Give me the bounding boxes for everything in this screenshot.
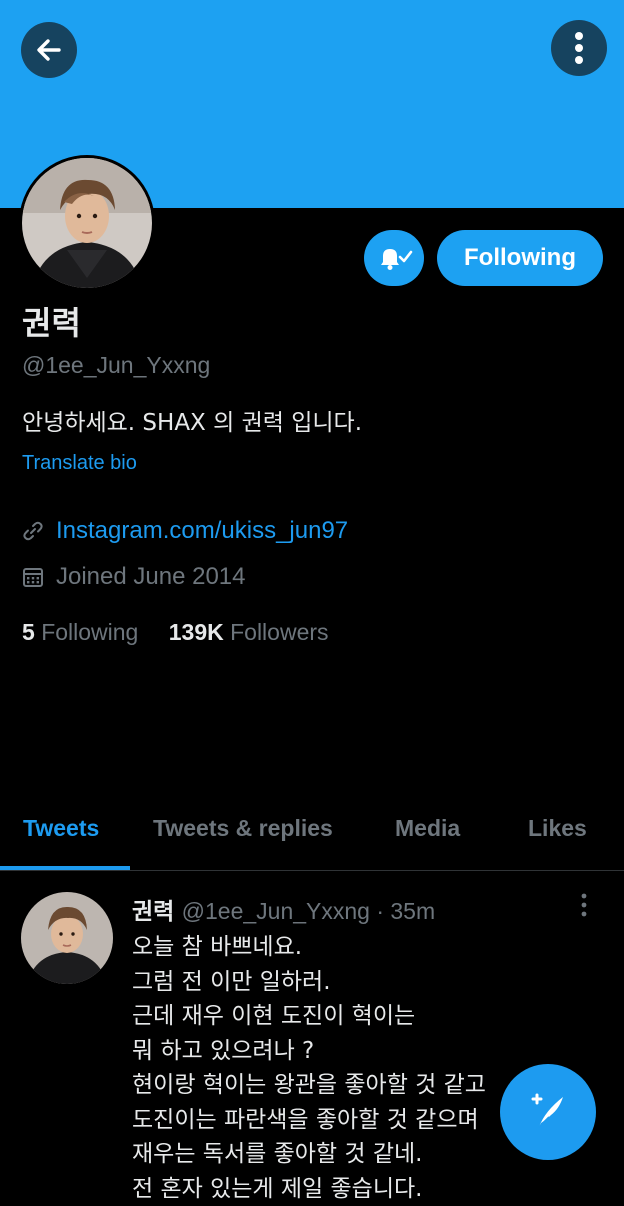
profile-handle: @1ee_Jun_Yxxng xyxy=(22,352,210,379)
tab-tweets-replies[interactable]: Tweets & replies xyxy=(153,815,333,842)
tweet-line: 오늘 참 바쁘네요. xyxy=(132,930,562,965)
active-tab-indicator xyxy=(0,866,130,870)
more-vertical-icon xyxy=(580,893,588,917)
profile-bio: 안녕하세요. SHAX 의 권력 입니다. xyxy=(22,403,362,437)
tab-media[interactable]: Media xyxy=(395,815,460,842)
tweet-line: 전 혼자 있는게 제일 좋습니다. xyxy=(132,1172,562,1206)
profile-website[interactable]: Instagram.com/ukiss_jun97 xyxy=(22,517,348,545)
tweet-line: 현이랑 혁이는 왕관을 좋아할 것 같고 xyxy=(132,1068,562,1103)
compose-tweet-button[interactable] xyxy=(500,1064,596,1160)
followers-label: Followers xyxy=(230,619,328,645)
tweet-line: 근데 재우 이현 도진이 혁이는 xyxy=(132,999,562,1034)
follow-stats: 5 Following 139K Followers xyxy=(22,619,353,646)
tweet-author-name[interactable]: 권력 xyxy=(132,899,174,925)
link-icon xyxy=(22,520,44,542)
tab-likes[interactable]: Likes xyxy=(528,815,587,842)
notifications-toggle-button[interactable] xyxy=(364,230,424,286)
tweet-line: 그럼 전 이만 일하러. xyxy=(132,965,562,1000)
website-link-text[interactable]: Instagram.com/ukiss_jun97 xyxy=(56,517,348,545)
more-vertical-icon xyxy=(574,31,584,65)
tweet-line: 뭐 하고 있으려나 ? xyxy=(132,1034,562,1069)
translate-bio-link[interactable]: Translate bio xyxy=(22,452,137,475)
tweet-menu-button[interactable] xyxy=(580,893,588,921)
compose-tweet-icon xyxy=(525,1089,571,1135)
following-count: 5 xyxy=(22,619,35,645)
joined-date: Joined June 2014 xyxy=(22,563,246,591)
more-options-button[interactable] xyxy=(551,20,607,76)
tweet-header: 권력 @1ee_Jun_Yxxng · 35m xyxy=(132,892,435,926)
calendar-icon xyxy=(22,566,44,588)
followers-count: 139K xyxy=(169,619,224,645)
avatar-photo xyxy=(21,892,113,984)
tweet-meta: @1ee_Jun_Yxxng · 35m xyxy=(182,898,436,924)
bell-check-icon xyxy=(374,243,414,273)
following-label: Following xyxy=(41,619,138,645)
profile-tabs: Tweets Tweets & replies Media Likes xyxy=(0,800,624,871)
tab-tweets[interactable]: Tweets xyxy=(23,815,99,842)
avatar-photo xyxy=(22,158,152,288)
following-stat[interactable]: 5 Following xyxy=(22,619,138,646)
tweet-line: 도진이는 파란색을 좋아할 것 같으며 xyxy=(132,1103,562,1138)
following-button[interactable]: Following xyxy=(437,230,603,286)
back-button[interactable] xyxy=(21,22,77,78)
back-arrow-icon xyxy=(34,35,64,65)
tweet-line: 재우는 독서를 좋아할 것 같네. xyxy=(132,1137,562,1172)
profile-name: 권력 xyxy=(22,298,81,344)
tweet-avatar[interactable] xyxy=(21,892,113,984)
followers-stat[interactable]: 139K Followers xyxy=(169,619,329,646)
tweet-text: 오늘 참 바쁘네요. 그럼 전 이만 일하러. 근데 재우 이현 도진이 혁이는… xyxy=(132,930,562,1206)
joined-date-text: Joined June 2014 xyxy=(56,563,246,591)
profile-avatar[interactable] xyxy=(19,155,155,291)
